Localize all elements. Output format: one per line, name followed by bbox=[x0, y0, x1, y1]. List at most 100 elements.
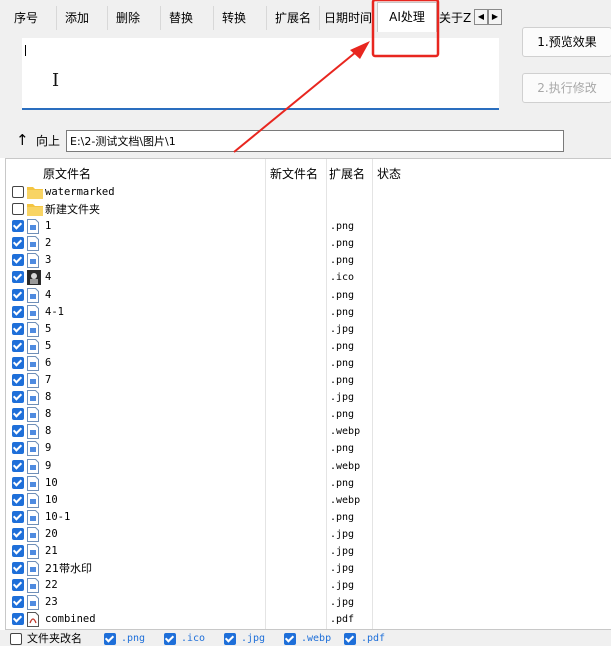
row-checkbox[interactable] bbox=[12, 442, 24, 455]
table-row[interactable]: 21 .jpg bbox=[6, 543, 611, 560]
table-row[interactable]: 2 .png bbox=[6, 235, 611, 252]
ai-prompt-editor[interactable]: I bbox=[22, 38, 499, 110]
row-checkbox[interactable] bbox=[12, 288, 24, 301]
table-row[interactable]: 22 .jpg bbox=[6, 577, 611, 594]
row-extension: .jpg bbox=[330, 323, 355, 335]
header-status[interactable]: 状态 bbox=[377, 167, 401, 181]
tab-replace[interactable]: 替换 bbox=[160, 6, 210, 30]
tab-scroll-right-icon[interactable]: ▶ bbox=[488, 9, 502, 25]
row-checkbox[interactable] bbox=[12, 562, 24, 575]
folder-icon bbox=[27, 202, 43, 217]
row-original-name: 10 bbox=[45, 476, 58, 489]
header-new-name[interactable]: 新文件名 bbox=[270, 167, 318, 181]
filter-label: .ico bbox=[181, 633, 206, 644]
row-checkbox[interactable] bbox=[12, 544, 24, 557]
row-original-name: 4 bbox=[45, 271, 52, 284]
row-checkbox[interactable] bbox=[12, 493, 24, 506]
row-checkbox[interactable] bbox=[12, 425, 24, 438]
header-original-name[interactable]: 原文件名 bbox=[43, 167, 91, 181]
tab-ai-process[interactable]: AI处理 bbox=[377, 2, 437, 32]
table-row[interactable]: watermarked bbox=[6, 184, 611, 201]
row-checkbox[interactable] bbox=[12, 203, 24, 216]
table-row[interactable]: 3 .png bbox=[6, 252, 611, 269]
row-checkbox[interactable] bbox=[12, 391, 24, 404]
file-icon bbox=[27, 219, 41, 235]
row-original-name: 4 bbox=[45, 288, 52, 301]
row-extension: .jpg bbox=[330, 597, 355, 609]
table-row[interactable]: combined .pdf bbox=[6, 611, 611, 628]
row-checkbox[interactable] bbox=[12, 339, 24, 352]
row-checkbox[interactable] bbox=[12, 374, 24, 387]
table-row[interactable]: 7 .png bbox=[6, 372, 611, 389]
table-row[interactable]: 5 .png bbox=[6, 338, 611, 355]
header-extension[interactable]: 扩展名 bbox=[329, 167, 365, 181]
execute-button[interactable]: 2.执行修改 bbox=[522, 73, 611, 103]
tab-scroll-left-icon[interactable]: ◀ bbox=[474, 9, 488, 25]
table-row[interactable]: 20 .jpg bbox=[6, 526, 611, 543]
row-checkbox[interactable] bbox=[12, 408, 24, 421]
table-row[interactable]: 8 .png bbox=[6, 406, 611, 423]
preview-button[interactable]: 1.预览效果 bbox=[522, 27, 611, 57]
row-checkbox[interactable] bbox=[12, 356, 24, 369]
row-extension: .webp bbox=[330, 426, 361, 438]
row-checkbox[interactable] bbox=[12, 305, 24, 318]
row-checkbox[interactable] bbox=[12, 271, 24, 284]
file-icon bbox=[27, 543, 41, 559]
checkbox[interactable] bbox=[344, 633, 356, 645]
table-row[interactable]: 9 .webp bbox=[6, 458, 611, 475]
tab-datetime[interactable]: 日期时间 bbox=[319, 6, 375, 30]
table-row[interactable]: 8 .webp bbox=[6, 423, 611, 440]
row-checkbox[interactable] bbox=[12, 322, 24, 335]
up-button-label[interactable]: 向上 bbox=[36, 133, 60, 149]
tab-about[interactable]: 关于Z bbox=[437, 6, 473, 30]
table-row[interactable]: 4-1 .png bbox=[6, 304, 611, 321]
row-checkbox[interactable] bbox=[12, 476, 24, 489]
row-checkbox[interactable] bbox=[12, 237, 24, 250]
row-checkbox[interactable] bbox=[12, 510, 24, 523]
tab-extension[interactable]: 扩展名 bbox=[266, 6, 316, 30]
table-row[interactable]: 4 .png bbox=[6, 287, 611, 304]
table-row[interactable]: 9 .png bbox=[6, 440, 611, 457]
row-checkbox[interactable] bbox=[12, 254, 24, 267]
checkbox[interactable] bbox=[224, 633, 236, 645]
row-checkbox[interactable] bbox=[12, 186, 24, 198]
checkbox[interactable] bbox=[104, 633, 116, 645]
table-row[interactable]: 4 .ico bbox=[6, 269, 611, 286]
tab-sequence[interactable]: 序号 bbox=[6, 6, 52, 30]
checkbox[interactable] bbox=[164, 633, 176, 645]
file-icon bbox=[27, 509, 41, 525]
tab-add[interactable]: 添加 bbox=[56, 6, 104, 30]
checkbox[interactable] bbox=[10, 633, 22, 645]
table-row[interactable]: 10 .png bbox=[6, 475, 611, 492]
row-original-name: 9 bbox=[45, 459, 52, 472]
up-arrow-icon[interactable]: ↑ bbox=[16, 131, 29, 149]
row-checkbox[interactable] bbox=[12, 527, 24, 540]
row-checkbox[interactable] bbox=[12, 459, 24, 472]
checkbox[interactable] bbox=[284, 633, 296, 645]
file-icon bbox=[27, 390, 41, 406]
tab-delete[interactable]: 删除 bbox=[107, 6, 157, 30]
file-icon bbox=[27, 355, 41, 371]
table-row[interactable]: 23 .jpg bbox=[6, 594, 611, 611]
table-row[interactable]: 10 .webp bbox=[6, 492, 611, 509]
tab-convert[interactable]: 转换 bbox=[213, 6, 263, 30]
row-extension: .png bbox=[330, 511, 355, 523]
table-row[interactable]: 1 .png bbox=[6, 218, 611, 235]
row-checkbox[interactable] bbox=[12, 220, 24, 233]
table-row[interactable]: 新建文件夹 bbox=[6, 201, 611, 218]
table-row[interactable]: 5 .jpg bbox=[6, 321, 611, 338]
table-row[interactable]: 6 .png bbox=[6, 355, 611, 372]
row-checkbox[interactable] bbox=[12, 596, 24, 609]
path-input[interactable] bbox=[66, 130, 564, 152]
row-original-name: 20 bbox=[45, 527, 58, 540]
table-row[interactable]: 10-1 .png bbox=[6, 509, 611, 526]
file-icon bbox=[27, 475, 41, 491]
table-row[interactable]: 21带水印 .jpg bbox=[6, 560, 611, 577]
row-original-name: 23 bbox=[45, 596, 58, 609]
ibeam-cursor-icon: I bbox=[52, 70, 60, 91]
file-icon bbox=[27, 458, 41, 474]
row-checkbox[interactable] bbox=[12, 579, 24, 592]
row-checkbox[interactable] bbox=[12, 613, 24, 626]
file-icon bbox=[27, 424, 41, 440]
table-row[interactable]: 8 .jpg bbox=[6, 389, 611, 406]
